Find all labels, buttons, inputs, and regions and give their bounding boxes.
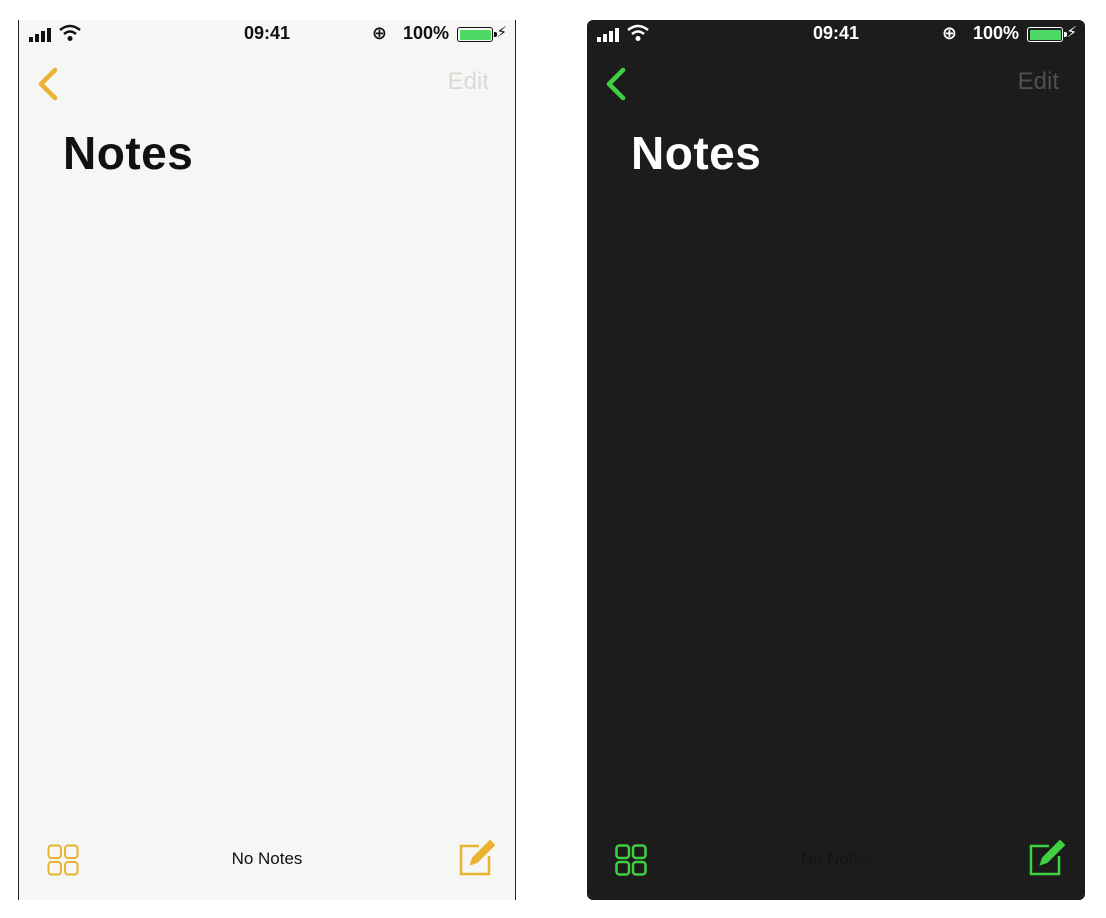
page-title: Notes (631, 127, 762, 179)
status-bar: 09:41 ⊕ 100% ⚡ (19, 20, 515, 50)
back-chevron-icon[interactable] (33, 64, 63, 104)
battery-icon (457, 27, 497, 42)
battery-percent: 100% (972, 23, 1019, 43)
compose-icon[interactable] (1027, 838, 1065, 876)
compose-icon[interactable] (457, 838, 495, 876)
rotation-lock-icon: ⊕ (941, 23, 957, 43)
charging-bolt-icon: ⚡ (1066, 24, 1077, 41)
notes-count-label: No Notes (800, 849, 872, 868)
bottom-toolbar: No Notes (587, 830, 1085, 900)
charging-bolt-icon: ⚡ (496, 24, 507, 41)
battery-icon (1027, 27, 1067, 42)
notes-screen-light: 09:41 ⊕ 100% ⚡ Edit Notes No Notes (18, 20, 516, 900)
page-title: Notes (63, 127, 194, 179)
edit-button[interactable]: Edit (448, 68, 489, 96)
bottom-toolbar: No Notes (19, 830, 515, 900)
status-bar: 09:41 ⊕ 100% ⚡ (587, 20, 1085, 50)
rotation-lock-icon: ⊕ (371, 23, 387, 43)
edit-button[interactable]: Edit (1018, 68, 1059, 96)
notes-screen-dark: 09:41 ⊕ 100% ⚡ Edit Notes No Notes (587, 20, 1085, 900)
battery-percent: 100% (402, 23, 449, 43)
back-chevron-icon[interactable] (601, 64, 631, 104)
notes-count-label: No Notes (231, 849, 303, 868)
